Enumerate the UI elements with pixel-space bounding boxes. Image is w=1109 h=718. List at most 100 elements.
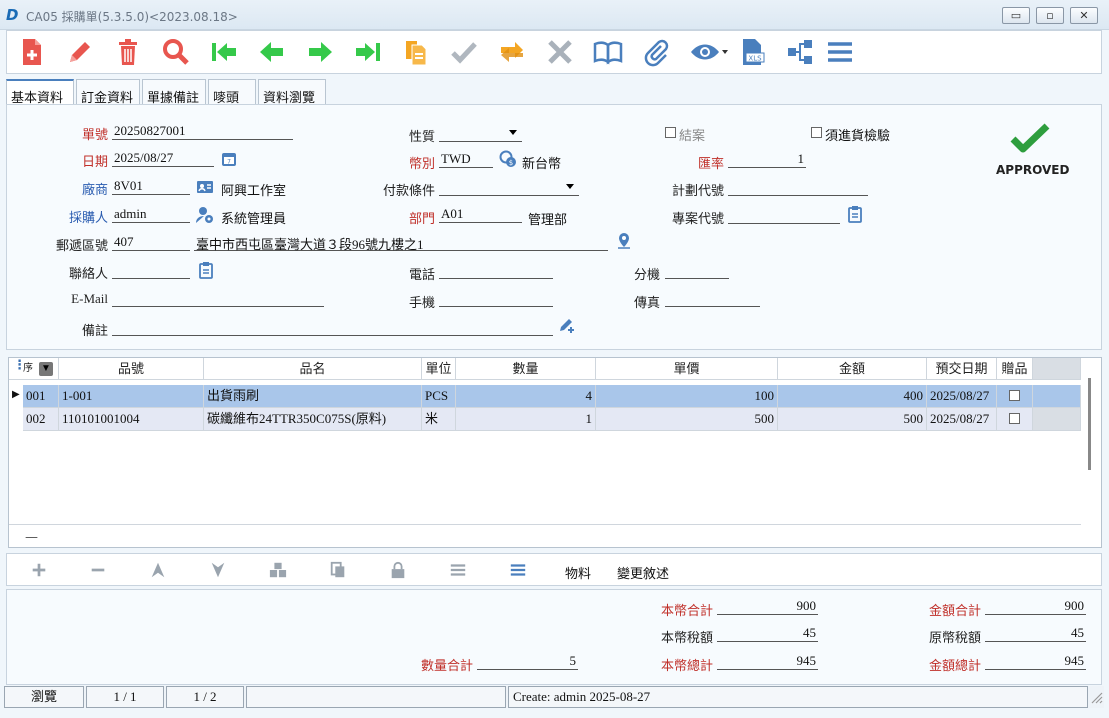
inspection-checkbox[interactable] — [811, 127, 822, 138]
move-down-button[interactable] — [207, 560, 229, 580]
cell-qty[interactable]: 1 — [456, 408, 596, 431]
first-record-button[interactable] — [207, 35, 241, 69]
menu-list-button[interactable] — [507, 560, 529, 580]
tab-shipping-mark[interactable]: 嘜頭 — [208, 79, 256, 106]
grid-header-name[interactable]: 品名 — [204, 358, 422, 380]
zip-field[interactable]: 407 — [112, 234, 190, 251]
vendor-code-field[interactable]: 8V01 — [112, 178, 190, 195]
payment-select[interactable] — [439, 179, 579, 196]
cell-due-date[interactable]: 2025/08/27 — [927, 385, 997, 408]
project-field[interactable] — [728, 207, 840, 224]
order-no-field[interactable]: 20250827001 — [112, 123, 293, 140]
currency-field[interactable]: TWD — [439, 151, 493, 168]
calendar-icon[interactable]: 7 — [220, 150, 238, 168]
cell-gift[interactable] — [997, 385, 1033, 408]
ext-field[interactable] — [665, 262, 729, 279]
tab-data-browse[interactable]: 資料瀏覽 — [258, 79, 326, 106]
address-field[interactable]: 臺中市西屯區臺灣大道３段96號九樓之1 — [194, 234, 608, 252]
user-settings-icon[interactable] — [196, 206, 214, 224]
next-record-button[interactable] — [303, 35, 337, 69]
search-button[interactable] — [159, 35, 193, 69]
minimize-button[interactable]: ▭ — [1002, 7, 1030, 24]
grid-header-due-date[interactable]: 預交日期 — [927, 358, 997, 380]
add-row-button[interactable] — [28, 560, 50, 580]
closed-checkbox[interactable] — [665, 127, 676, 138]
lock-button[interactable] — [387, 560, 409, 580]
cancel-button[interactable] — [543, 35, 577, 69]
list-button[interactable] — [447, 560, 469, 580]
change-log-button[interactable]: 變更敘述 — [617, 563, 669, 582]
email-field[interactable] — [112, 290, 324, 307]
fax-field[interactable] — [665, 290, 760, 307]
tab-document-notes[interactable]: 單據備註 — [142, 79, 206, 106]
window-title: CA05 採購單(5.3.5.0)<2023.08.18> — [26, 10, 238, 24]
cell-code[interactable]: 110101001004 — [59, 408, 204, 431]
previous-record-button[interactable] — [255, 35, 289, 69]
mobile-field[interactable] — [439, 290, 553, 307]
rate-field[interactable]: 1 — [728, 151, 806, 168]
resize-grip-icon[interactable] — [1091, 692, 1103, 704]
menu-button[interactable] — [823, 35, 857, 69]
cell-price[interactable]: 100 — [596, 385, 778, 408]
cell-qty[interactable]: 4 — [456, 385, 596, 408]
edit-button[interactable] — [63, 35, 97, 69]
cell-seq[interactable]: 001 — [23, 385, 59, 408]
stack-button[interactable] — [267, 560, 289, 580]
cell-unit[interactable]: PCS — [422, 385, 456, 408]
grid-header-code[interactable]: 品號 — [59, 358, 204, 380]
maximize-button[interactable]: ▫ — [1036, 7, 1064, 24]
cell-gift[interactable] — [997, 408, 1033, 431]
remove-row-button[interactable] — [87, 560, 109, 580]
attachment-button[interactable] — [639, 35, 673, 69]
cell-unit[interactable]: 米 — [422, 408, 456, 431]
grid-header-seq[interactable]: ⋮ 序 ▼ — [9, 358, 59, 380]
cell-price[interactable]: 500 — [596, 408, 778, 431]
currency-exchange-icon[interactable]: $ — [499, 150, 517, 168]
book-button[interactable] — [591, 35, 625, 69]
grid-header-price[interactable]: 單價 — [596, 358, 778, 380]
vertical-scrollbar[interactable] — [1088, 378, 1091, 470]
grid-header-qty[interactable]: 數量 — [456, 358, 596, 380]
map-pin-icon[interactable] — [615, 232, 633, 250]
cell-due-date[interactable]: 2025/08/27 — [927, 408, 997, 431]
date-field[interactable]: 2025/08/27 — [112, 150, 214, 167]
clipboard-icon[interactable] — [846, 205, 864, 223]
clipboard-icon[interactable] — [197, 261, 215, 279]
flow-button[interactable] — [783, 35, 817, 69]
edit-note-icon[interactable] — [558, 316, 576, 334]
copy-button[interactable] — [399, 35, 433, 69]
view-button[interactable] — [687, 35, 731, 69]
grid-header-unit[interactable]: 單位 — [422, 358, 456, 380]
remark-field[interactable] — [112, 319, 553, 336]
contact-field[interactable] — [112, 262, 190, 279]
phone-field[interactable] — [439, 262, 553, 279]
transfer-button[interactable] — [495, 35, 529, 69]
cell-name[interactable]: 碳纖維布24TTR350C075S(原料) — [204, 408, 422, 431]
cell-amount[interactable]: 400 — [778, 385, 927, 408]
grid-header-gift[interactable]: 贈品 — [997, 358, 1033, 380]
copy-row-button[interactable] — [327, 560, 349, 580]
plan-field[interactable] — [728, 179, 868, 196]
table-row[interactable]: ▶ 001 1-001 出貨雨刷 PCS 4 100 400 2025/08/2… — [9, 385, 1081, 408]
export-excel-button[interactable]: XLS — [735, 35, 769, 69]
id-card-icon[interactable] — [196, 178, 214, 196]
buyer-field[interactable]: admin — [112, 206, 190, 223]
confirm-button[interactable] — [447, 35, 481, 69]
move-up-button[interactable] — [147, 560, 169, 580]
tab-basic-info[interactable]: 基本資料 — [6, 79, 74, 106]
last-record-button[interactable] — [351, 35, 385, 69]
sort-down-icon[interactable]: ▼ — [39, 362, 53, 376]
table-row[interactable]: 002 110101001004 碳纖維布24TTR350C075S(原料) 米… — [9, 408, 1081, 431]
delete-button[interactable] — [111, 35, 145, 69]
new-document-button[interactable] — [15, 35, 49, 69]
cell-code[interactable]: 1-001 — [59, 385, 204, 408]
cell-amount[interactable]: 500 — [778, 408, 927, 431]
grid-header-amount[interactable]: 金額 — [778, 358, 927, 380]
cell-seq[interactable]: 002 — [23, 408, 59, 431]
close-button[interactable]: ✕ — [1070, 7, 1098, 24]
cell-name[interactable]: 出貨雨刷 — [204, 385, 422, 408]
tab-deposit[interactable]: 訂金資料 — [76, 79, 140, 106]
material-button[interactable]: 物料 — [565, 563, 591, 582]
app-logo-icon: D — [6, 6, 19, 24]
dept-field[interactable]: A01 — [439, 206, 522, 223]
